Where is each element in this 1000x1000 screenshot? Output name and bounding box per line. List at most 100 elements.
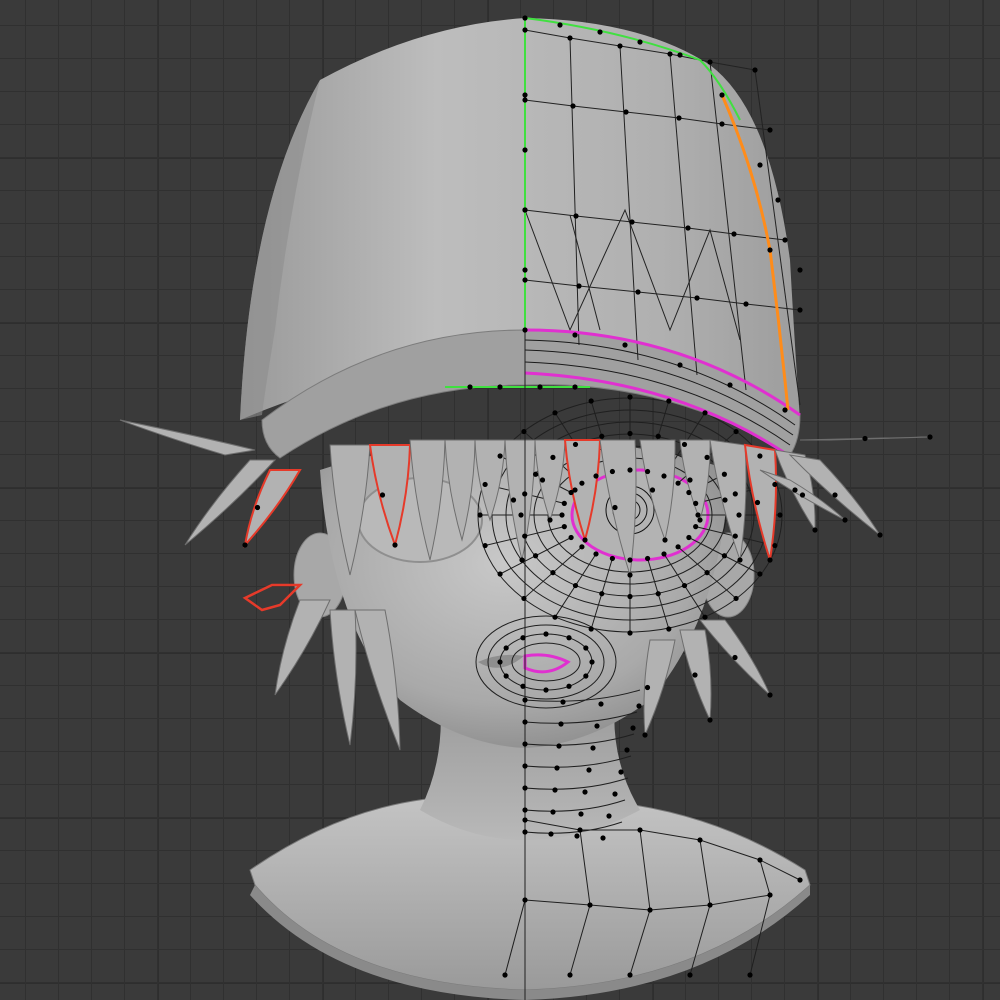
vertex[interactable] xyxy=(675,480,681,486)
vertex[interactable] xyxy=(877,532,883,538)
vertex[interactable] xyxy=(522,533,528,539)
vertex[interactable] xyxy=(521,428,527,435)
vertex[interactable] xyxy=(497,659,503,665)
vertex[interactable] xyxy=(627,572,633,578)
vertex[interactable] xyxy=(624,747,630,753)
vertex[interactable] xyxy=(522,817,528,823)
vertex[interactable] xyxy=(522,763,528,769)
vertex[interactable] xyxy=(503,645,509,651)
mesh-scene[interactable] xyxy=(0,0,1000,1000)
vertex[interactable] xyxy=(242,542,248,548)
vertex[interactable] xyxy=(797,267,803,273)
vertex[interactable] xyxy=(522,785,528,791)
vertex[interactable] xyxy=(862,435,868,442)
vertex[interactable] xyxy=(573,213,579,219)
vertex[interactable] xyxy=(533,553,539,559)
vertex[interactable] xyxy=(697,517,703,523)
vertex[interactable] xyxy=(733,595,739,602)
vertex[interactable] xyxy=(522,15,528,21)
vertex[interactable] xyxy=(733,428,739,435)
vertex[interactable] xyxy=(686,489,692,496)
vertex[interactable] xyxy=(497,453,503,459)
vertex[interactable] xyxy=(617,43,623,49)
vertex[interactable] xyxy=(697,837,703,843)
vertex[interactable] xyxy=(579,480,585,486)
vertex[interactable] xyxy=(539,477,546,483)
vertex[interactable] xyxy=(586,767,592,773)
vertex[interactable] xyxy=(502,972,508,978)
vertex[interactable] xyxy=(567,972,573,978)
vertex[interactable] xyxy=(576,283,582,289)
vertex[interactable] xyxy=(522,97,528,103)
vertex[interactable] xyxy=(782,237,788,243)
vertex[interactable] xyxy=(609,555,616,562)
vertex[interactable] xyxy=(927,434,933,440)
vertex[interactable] xyxy=(554,765,560,771)
vertex[interactable] xyxy=(559,512,565,518)
vertex[interactable] xyxy=(661,551,667,557)
vertex[interactable] xyxy=(686,534,692,541)
vertex[interactable] xyxy=(662,537,668,543)
vertex[interactable] xyxy=(522,207,528,213)
vertex[interactable] xyxy=(572,384,578,390)
vertex[interactable] xyxy=(685,225,691,231)
vertex[interactable] xyxy=(792,487,798,493)
vertex[interactable] xyxy=(510,497,517,503)
vertex[interactable] xyxy=(522,267,528,273)
vertex[interactable] xyxy=(482,481,488,488)
vertex[interactable] xyxy=(681,441,688,448)
vertex[interactable] xyxy=(721,471,727,477)
vertex[interactable] xyxy=(644,684,651,691)
vertex[interactable] xyxy=(552,614,558,620)
vertex[interactable] xyxy=(702,410,708,416)
vertex[interactable] xyxy=(561,524,567,530)
vertex[interactable] xyxy=(693,500,699,506)
vertex[interactable] xyxy=(722,497,728,503)
vertex[interactable] xyxy=(777,512,783,518)
vertex[interactable] xyxy=(704,454,710,460)
vertex[interactable] xyxy=(627,430,633,437)
vertex[interactable] xyxy=(522,27,528,33)
vertex[interactable] xyxy=(618,769,624,775)
vertex[interactable] xyxy=(606,813,612,819)
vertex[interactable] xyxy=(630,725,636,731)
vertex[interactable] xyxy=(736,512,742,518)
vertex[interactable] xyxy=(754,499,761,506)
vertex[interactable] xyxy=(627,394,633,400)
vertex[interactable] xyxy=(695,512,701,518)
vertex[interactable] xyxy=(812,527,818,533)
vertex[interactable] xyxy=(692,672,698,678)
vertex[interactable] xyxy=(572,332,578,338)
vertex[interactable] xyxy=(681,582,688,589)
3d-viewport[interactable] xyxy=(0,0,1000,1000)
vertex[interactable] xyxy=(582,537,588,543)
vertex[interactable] xyxy=(782,407,788,413)
vertex[interactable] xyxy=(522,92,528,98)
vertex[interactable] xyxy=(543,631,549,637)
vertex[interactable] xyxy=(519,557,525,563)
vertex[interactable] xyxy=(661,473,667,479)
vertex[interactable] xyxy=(757,857,763,863)
vertex[interactable] xyxy=(522,327,528,333)
vertex[interactable] xyxy=(522,697,528,703)
vertex[interactable] xyxy=(557,22,563,28)
vertex[interactable] xyxy=(622,342,628,348)
vertex[interactable] xyxy=(583,645,589,651)
vertex[interactable] xyxy=(594,723,600,729)
vertex[interactable] xyxy=(707,717,713,723)
vertex[interactable] xyxy=(589,659,595,665)
hair-spike[interactable] xyxy=(119,419,256,456)
vertex[interactable] xyxy=(522,897,528,903)
vertex[interactable] xyxy=(600,835,606,841)
vertex[interactable] xyxy=(775,197,781,203)
vertex[interactable] xyxy=(537,384,543,390)
vertex[interactable] xyxy=(497,571,503,577)
vertex[interactable] xyxy=(503,673,509,679)
vertex[interactable] xyxy=(767,557,773,563)
vertex[interactable] xyxy=(522,491,528,497)
vertex[interactable] xyxy=(392,542,398,548)
vertex[interactable] xyxy=(644,468,651,475)
vertex[interactable] xyxy=(719,92,725,98)
vertex[interactable] xyxy=(666,626,672,632)
vertex[interactable] xyxy=(588,626,594,632)
